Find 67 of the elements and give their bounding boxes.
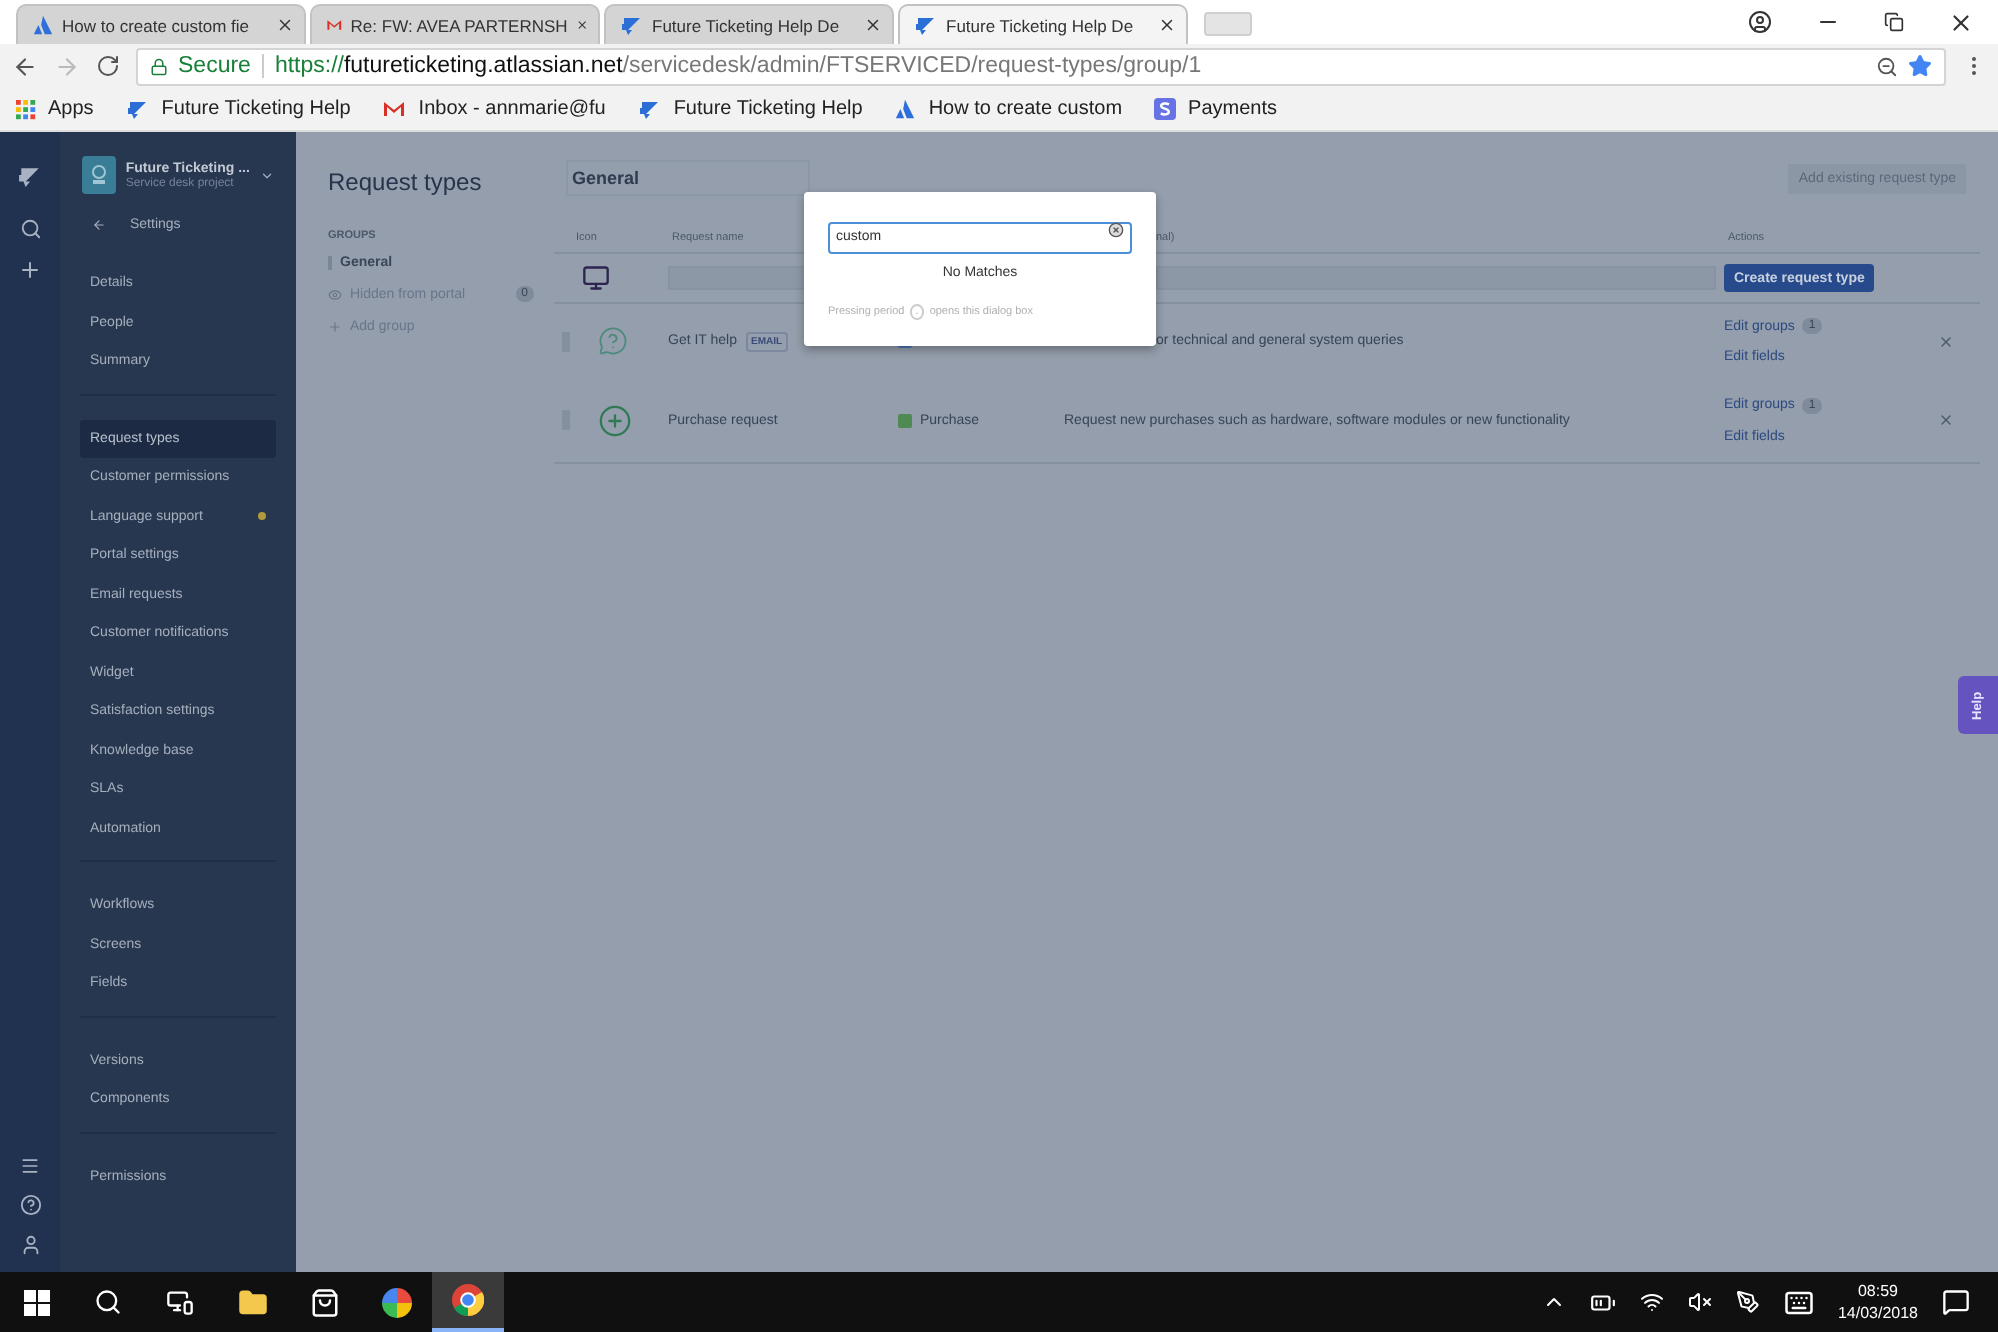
description-field[interactable] <box>1156 266 1716 290</box>
close-icon[interactable] <box>276 16 294 34</box>
help-icon[interactable] <box>19 1194 41 1216</box>
bookmark-star-icon[interactable] <box>1908 54 1932 78</box>
envelope-icon <box>382 100 407 118</box>
arrows-logo-icon <box>914 14 938 36</box>
clock[interactable]: 08:59 14/03/2018 <box>1837 1280 1918 1324</box>
color-wheel-icon <box>381 1287 411 1317</box>
search-icon <box>94 1288 122 1316</box>
search-icon[interactable] <box>19 218 41 240</box>
back-arrow-icon <box>92 218 106 232</box>
folder-icon <box>237 1287 267 1317</box>
task-view-icon <box>166 1288 194 1316</box>
triangle-logo-icon <box>894 98 917 120</box>
zoom-icon[interactable] <box>1876 55 1898 77</box>
eye-icon <box>328 287 342 301</box>
question-bubble-icon <box>598 326 628 356</box>
close-icon[interactable] <box>575 16 588 34</box>
secure-label: Secure <box>178 54 265 78</box>
mute-icon[interactable] <box>1687 1290 1712 1314</box>
address-bar[interactable]: Secure https://futureticketing.atlassian.net/servicedesk/admin/FTSERVICED/request-types/group/1 <box>136 47 1946 85</box>
battery-icon[interactable] <box>1589 1289 1616 1315</box>
windows-logo-icon <box>23 1289 49 1315</box>
arrows-logo-icon[interactable] <box>16 164 44 188</box>
apps-grid-icon <box>16 99 36 119</box>
browser-logo-icon <box>452 1284 484 1316</box>
notifications-icon[interactable] <box>1942 1288 1970 1316</box>
group-icon <box>898 413 912 427</box>
bookmark-link[interactable]: Apps <box>16 98 94 120</box>
menu-icon[interactable] <box>20 1156 40 1176</box>
bookmark-link[interactable]: Future Ticketing Help <box>125 98 351 120</box>
browser-tab[interactable]: How to create custom fie <box>16 4 306 44</box>
plus-icon <box>328 319 342 333</box>
envelope-icon <box>326 16 343 34</box>
bookmark-link[interactable]: How to create custom <box>894 98 1123 120</box>
shopping-bag-icon <box>309 1287 339 1317</box>
page-title: Request types <box>328 168 484 196</box>
project-avatar <box>82 156 116 194</box>
group-name-field[interactable]: General <box>566 160 810 196</box>
profile-icon[interactable] <box>1748 10 1772 34</box>
close-icon[interactable] <box>864 16 882 34</box>
monitor-icon <box>582 264 610 292</box>
arrows-logo-icon <box>637 98 662 120</box>
plus-circle-icon <box>598 403 632 437</box>
triangle-logo-icon <box>32 14 54 36</box>
user-avatar-icon[interactable] <box>19 1234 41 1256</box>
back-icon[interactable] <box>12 53 38 79</box>
browser-tab[interactable]: Re: FW: AVEA PARTERNSH <box>310 4 600 44</box>
keyboard-icon[interactable] <box>1783 1287 1814 1317</box>
bookmark-link[interactable]: Inbox - annmarie@fu <box>382 98 606 120</box>
browser-tab[interactable]: Future Ticketing Help De <box>604 4 894 44</box>
clear-icon[interactable] <box>1108 222 1124 238</box>
bookmark-link[interactable]: Payments <box>1154 98 1278 120</box>
close-icon[interactable] <box>1158 16 1176 34</box>
browser-button[interactable] <box>432 1272 504 1332</box>
pen-icon[interactable] <box>1735 1290 1760 1314</box>
bookmark-link[interactable]: Future Ticketing Help <box>637 98 863 120</box>
reload-icon[interactable] <box>96 54 120 78</box>
stripe-logo-icon <box>1154 98 1177 120</box>
browser-tab[interactable]: Future Ticketing Help De <box>898 4 1188 44</box>
url-text: https://futureticketing.atlassian.net/servicedesk/admin/FTSERVICED/request-types/group/1 <box>274 54 1202 78</box>
restore-icon[interactable] <box>1884 12 1904 32</box>
lock-icon <box>150 57 168 75</box>
plus-icon[interactable] <box>18 258 42 282</box>
close-icon[interactable] <box>1948 9 1974 35</box>
arrows-logo-icon <box>620 14 644 36</box>
arrows-logo-icon <box>125 98 150 120</box>
